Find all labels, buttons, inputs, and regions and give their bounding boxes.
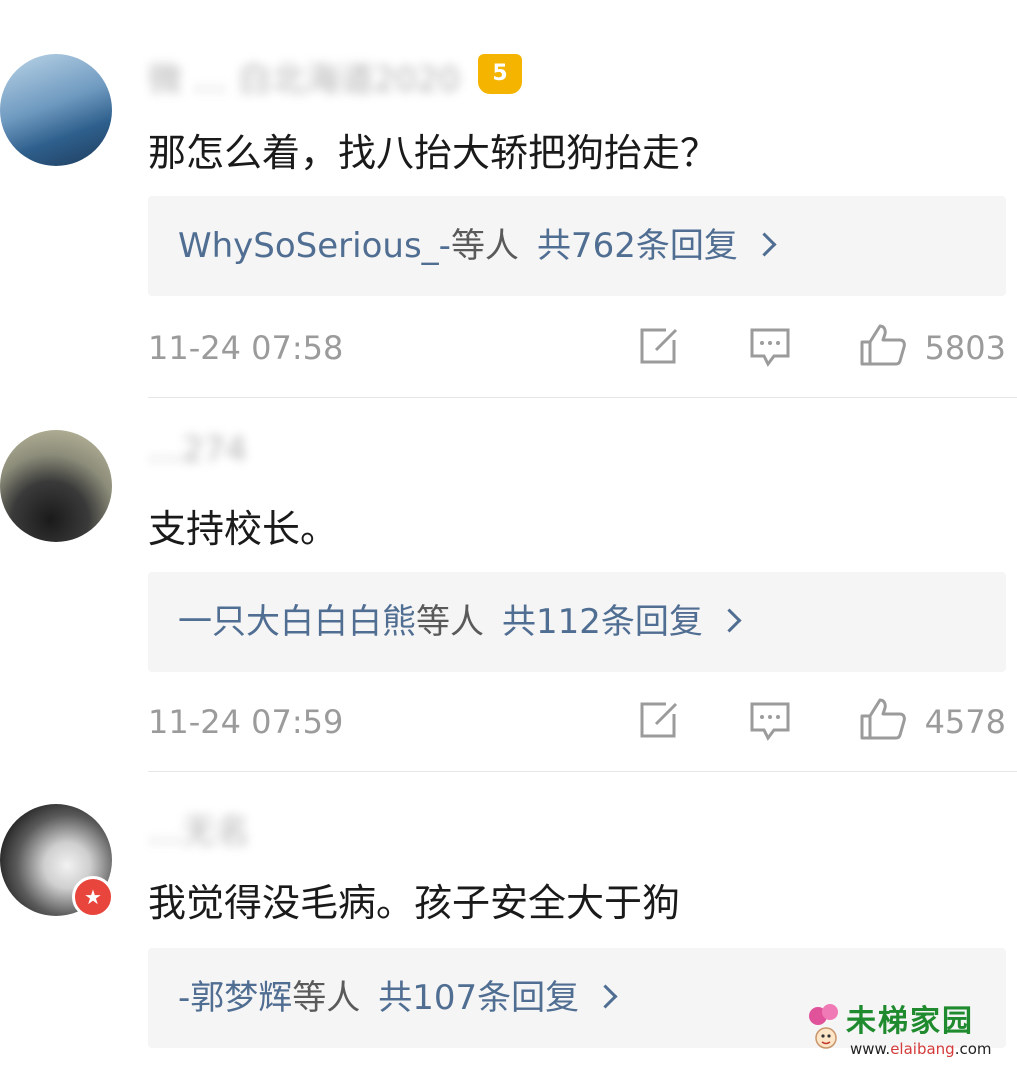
chevron-right-icon (752, 232, 777, 257)
replies-link[interactable]: WhySoSerious_-等人 共762条回复 (148, 196, 1006, 296)
comment-text: 我觉得没毛病。孩子安全大于狗 (148, 881, 681, 925)
crown-icon[interactable]: 5 (478, 54, 522, 94)
chevron-right-icon (593, 984, 618, 1009)
username[interactable]: …无名 (148, 804, 250, 853)
username[interactable]: …274 (148, 430, 247, 470)
thumbs-up-icon[interactable] (858, 322, 908, 368)
like-count: 5803 (924, 329, 1006, 367)
avatar[interactable] (0, 54, 112, 166)
divider (148, 771, 1017, 772)
timestamp: 11-24 07:58 (148, 329, 344, 367)
comment-icon[interactable] (748, 700, 792, 742)
site-watermark: 未梯家园 www.elaibang.com (806, 996, 1014, 1066)
reply-count: 共112条回复 (502, 602, 703, 642)
share-icon[interactable] (636, 700, 680, 740)
reply-author[interactable]: 一只大白白白熊 (178, 602, 416, 642)
comment-text: 那怎么着，找八抬大轿把狗抬走？ (148, 131, 719, 175)
comment-meta: 11-24 07:58 5803 (148, 318, 1006, 378)
flower-logo-icon (809, 1004, 838, 1049)
like-count: 4578 (924, 703, 1006, 741)
watermark-title: 未梯家园 (846, 1004, 974, 1039)
timestamp: 11-24 07:59 (148, 703, 344, 741)
avatar[interactable] (0, 430, 112, 542)
thumbs-up-icon[interactable] (858, 696, 908, 742)
replies-link[interactable]: 一只大白白白熊等人 共112条回复 (148, 572, 1006, 672)
comment-meta: 11-24 07:59 4578 (148, 692, 1006, 752)
verified-badge-icon: ★ (72, 876, 114, 918)
reply-author[interactable]: WhySoSerious_- (178, 226, 451, 266)
chevron-right-icon (717, 608, 742, 633)
reply-count: 共762条回复 (536, 226, 738, 266)
reply-author[interactable]: -郭梦辉 (178, 978, 292, 1018)
comment-text: 支持校长。 (148, 507, 339, 551)
reply-count: 共107条回复 (378, 978, 580, 1018)
share-icon[interactable] (636, 326, 680, 366)
divider (148, 397, 1017, 398)
watermark-url: www.elaibang.com (850, 1040, 992, 1058)
username[interactable]: 微 … 白北海道2020 (148, 52, 460, 101)
comment-icon[interactable] (748, 326, 792, 368)
